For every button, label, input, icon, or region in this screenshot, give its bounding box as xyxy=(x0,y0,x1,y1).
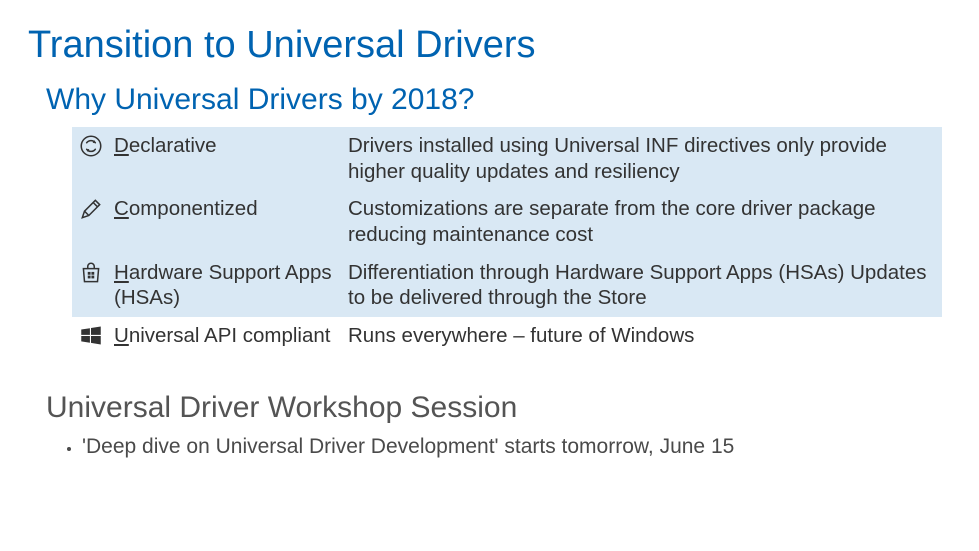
desc-universal-api: Runs everywhere – future of Windows xyxy=(342,317,942,355)
slide-title: Transition to Universal Drivers xyxy=(28,24,951,67)
refresh-circle-icon xyxy=(72,127,114,165)
desc-componentized: Customizations are separate from the cor… xyxy=(342,190,942,253)
table-row: Universal API compliant Runs everywhere … xyxy=(72,317,942,355)
table-row: Declarative Drivers installed using Univ… xyxy=(72,127,942,190)
list-item: 'Deep dive on Universal Driver Developme… xyxy=(82,433,951,461)
section-workshop-heading: Universal Driver Workshop Session xyxy=(46,391,951,425)
pen-icon xyxy=(72,190,114,228)
slide: Transition to Universal Drivers Why Univ… xyxy=(0,0,979,551)
dchu-table: Declarative Drivers installed using Univ… xyxy=(72,127,942,355)
store-bag-icon xyxy=(72,254,114,292)
desc-declarative: Drivers installed using Universal INF di… xyxy=(342,127,942,190)
desc-hsa: Differentiation through Hardware Support… xyxy=(342,254,942,317)
term-declarative: Declarative xyxy=(114,127,342,165)
term-hsa: Hardware Support Apps (HSAs) xyxy=(114,254,342,317)
table-row: Componentized Customizations are separat… xyxy=(72,190,942,253)
windows-tiles-icon xyxy=(72,317,114,355)
term-universal-api: Universal API compliant xyxy=(114,317,342,355)
term-componentized: Componentized xyxy=(114,190,342,228)
table-row: Hardware Support Apps (HSAs) Differentia… xyxy=(72,254,942,317)
section-why-heading: Why Universal Drivers by 2018? xyxy=(46,83,951,117)
workshop-bullets: 'Deep dive on Universal Driver Developme… xyxy=(82,433,951,461)
